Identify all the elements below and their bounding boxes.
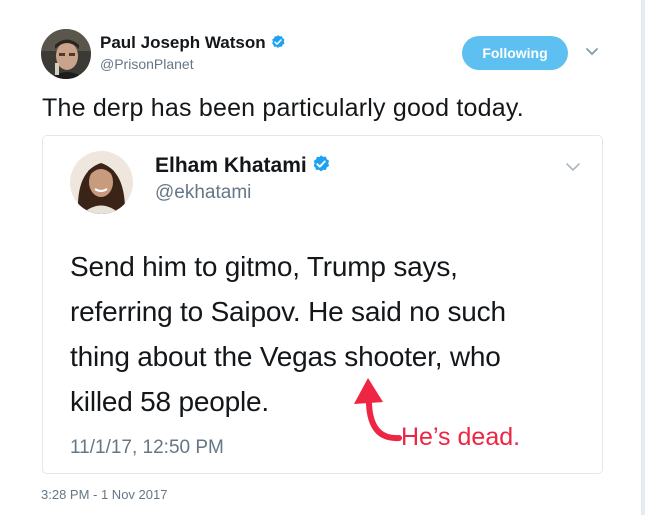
chevron-down-icon[interactable] (584, 46, 600, 58)
author-handle[interactable]: @PrisonPlanet (100, 56, 194, 72)
quoted-author-name-text[interactable]: Elham Khatami (155, 154, 307, 177)
quoted-tweet-line: referring to Saipov. He said no such (70, 296, 506, 327)
chevron-down-icon[interactable] (564, 161, 582, 173)
quoted-author-handle[interactable]: @ekhatami (155, 182, 251, 204)
annotation-arrow-icon (354, 378, 402, 442)
tweet-card: Paul Joseph Watson @PrisonPlanet Followi… (0, 0, 642, 515)
tweet-text: The derp has been particularly good toda… (42, 94, 524, 122)
quoted-author-avatar[interactable] (70, 151, 133, 214)
quoted-tweet-timestamp: 11/1/17, 12:50 PM (70, 437, 224, 458)
quoted-tweet-line: Send him to gitmo, Trump says, (70, 251, 458, 282)
annotation-text: He’s dead. (401, 423, 521, 451)
quoted-author-name[interactable]: Elham Khatami (155, 154, 331, 178)
verified-badge-icon (313, 155, 329, 172)
verified-badge-icon (271, 35, 285, 48)
author-avatar[interactable] (41, 29, 91, 79)
quoted-tweet-card[interactable]: Elham Khatami @ekhatami Send him to gitm… (42, 135, 603, 474)
author-name[interactable]: Paul Joseph Watson (100, 33, 286, 53)
author-name-text[interactable]: Paul Joseph Watson (100, 33, 266, 52)
following-button[interactable]: Following (462, 36, 568, 70)
tweet-timestamp[interactable]: 3:28 PM - 1 Nov 2017 (41, 487, 167, 502)
